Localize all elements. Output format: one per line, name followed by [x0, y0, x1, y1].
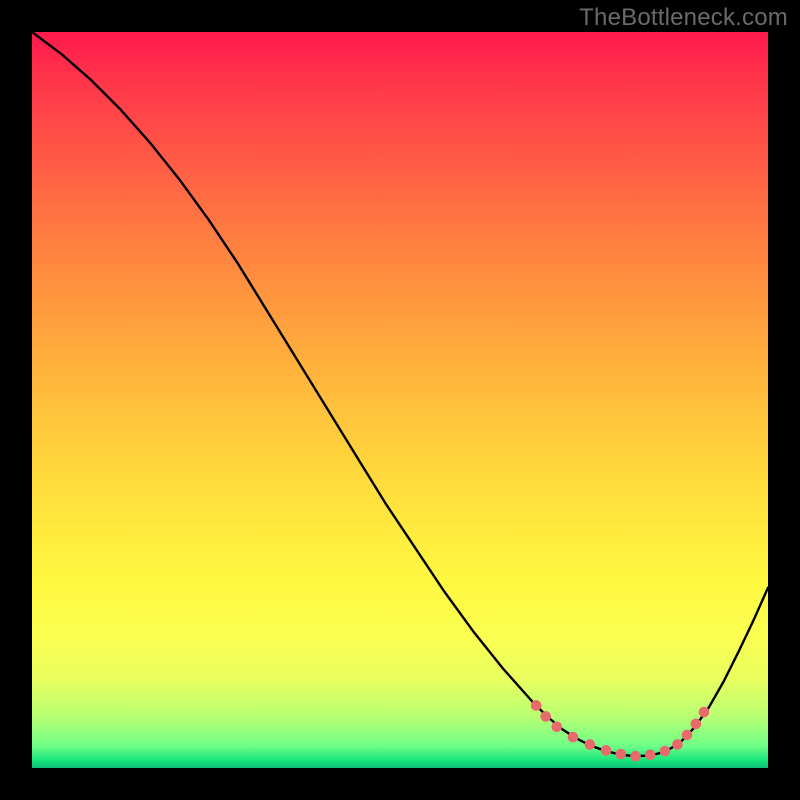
- data-marker: [691, 719, 702, 730]
- data-marker: [660, 746, 671, 757]
- chart-svg: [32, 32, 768, 768]
- data-marker: [672, 739, 683, 750]
- marker-layer: [531, 700, 709, 761]
- chart-frame: TheBottleneck.com: [0, 0, 800, 800]
- watermark-label: TheBottleneck.com: [579, 4, 788, 32]
- data-marker: [682, 730, 693, 741]
- data-marker: [531, 700, 542, 711]
- data-marker: [568, 732, 579, 743]
- data-marker: [585, 739, 596, 750]
- bottleneck-curve: [32, 32, 768, 756]
- data-marker: [699, 707, 710, 718]
- data-marker: [630, 751, 641, 762]
- data-marker: [645, 749, 656, 760]
- data-marker: [616, 749, 627, 760]
- plot-area: [32, 32, 768, 768]
- data-marker: [551, 721, 562, 732]
- data-marker: [601, 745, 612, 756]
- data-marker: [540, 711, 551, 722]
